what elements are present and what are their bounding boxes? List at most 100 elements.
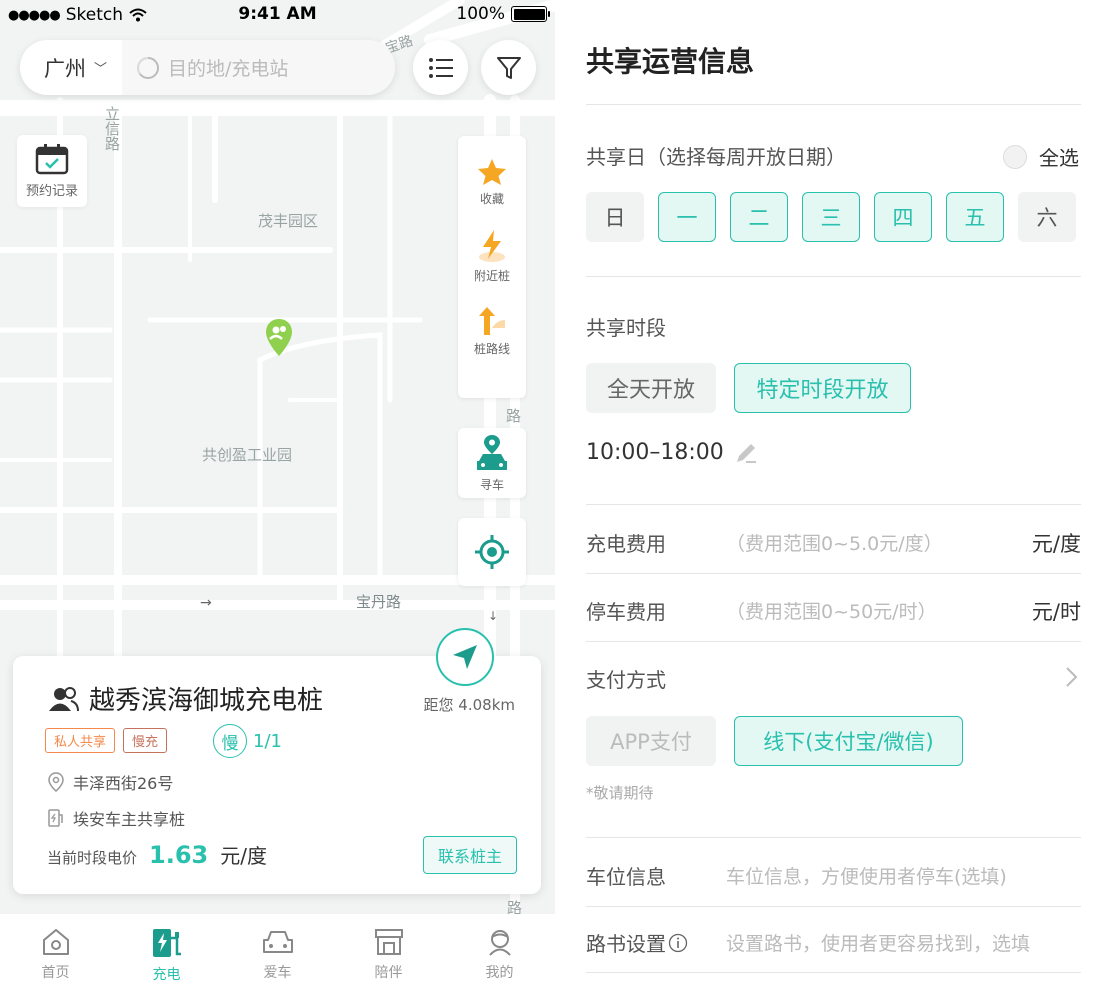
- charger-tags: 私人共享 慢充: [45, 728, 168, 753]
- tab-car[interactable]: 爱车: [222, 914, 333, 988]
- price-unit: 元/度: [220, 844, 267, 868]
- payment-method-label: 支付方式: [586, 668, 666, 692]
- charge-fee-input[interactable]: （费用范围0~5.0元/度）: [726, 529, 943, 556]
- slow-badge: 慢: [213, 724, 247, 758]
- chevron-down-icon: ﹀: [94, 62, 108, 77]
- tab-charge[interactable]: 充电: [111, 914, 222, 988]
- chevron-right-icon[interactable]: [1065, 666, 1079, 688]
- day-tuesday[interactable]: 二: [730, 192, 788, 242]
- booking-record-button[interactable]: 预约记录: [17, 135, 87, 207]
- route-arrow-icon: [478, 307, 505, 335]
- charger-route-label: 桩路线: [473, 342, 510, 356]
- pencil-edit-icon[interactable]: [734, 441, 758, 465]
- battery-icon: [511, 6, 550, 22]
- select-all-toggle[interactable]: 全选: [1003, 142, 1079, 171]
- route-setting-input[interactable]: 设置路书，使用者更容易找到，选填: [726, 929, 1030, 956]
- car-location-icon: [477, 434, 507, 470]
- price-label: 当前时段电价: [47, 849, 138, 867]
- divider: [586, 837, 1081, 838]
- divider: [586, 104, 1081, 105]
- favorite-button[interactable]: 收藏: [477, 158, 507, 207]
- parking-fee-label: 停车费用: [586, 600, 666, 624]
- contact-owner-button[interactable]: 联系桩主: [422, 836, 517, 874]
- day-saturday[interactable]: 六: [1018, 192, 1076, 242]
- find-car-button[interactable]: 寻车: [458, 428, 526, 498]
- tab-charge-label: 充电: [152, 967, 181, 983]
- parking-info-label: 车位信息: [586, 865, 666, 889]
- battery-percent: 100%: [456, 4, 505, 24]
- tag-slow-charge: 慢充: [123, 728, 168, 753]
- specific-time-option[interactable]: 特定时段开放: [734, 363, 911, 413]
- calendar-check-icon: [35, 144, 69, 175]
- status-bar: ●●●●● Sketch 9:41 AM 100%: [0, 0, 555, 30]
- divider: [586, 504, 1081, 505]
- users-icon: [49, 686, 79, 711]
- charger-station-icon: [48, 809, 63, 827]
- day-friday[interactable]: 五: [946, 192, 1004, 242]
- charger-info-card[interactable]: 越秀滨海御城充电桩 距您 4.08km 私人共享 慢充 慢 1/1 丰泽西街26…: [13, 628, 541, 894]
- charger-name: 越秀滨海御城充电桩: [89, 686, 324, 716]
- map-side-toolbar: 收藏 附近桩 桩路线: [458, 136, 526, 398]
- tab-home-label: 首页: [41, 965, 70, 981]
- tab-companion-label: 陪伴: [374, 965, 403, 981]
- map-screen: → ↓ 立信路 茂丰园区 共创盈工业园 宝丹路 宝路 路 路 ●●●●● Ske…: [0, 0, 555, 988]
- booking-record-label: 预约记录: [25, 184, 78, 199]
- divider: [586, 573, 1081, 574]
- slow-count: 1/1: [253, 730, 282, 752]
- tab-car-label: 爱车: [263, 965, 292, 981]
- day-sunday[interactable]: 日: [586, 192, 644, 242]
- find-car-label: 寻车: [479, 477, 504, 492]
- parking-info-input[interactable]: 车位信息，方便使用者停车(选填): [726, 862, 1007, 889]
- time-range-text: 10:00–18:00: [586, 440, 724, 465]
- route-setting-label: 路书设置: [586, 932, 666, 956]
- price-value: 1.63: [149, 841, 209, 869]
- charge-fee-label: 充电费用: [586, 532, 666, 556]
- day-monday[interactable]: 一: [658, 192, 716, 242]
- day-thursday[interactable]: 四: [874, 192, 932, 242]
- tab-profile[interactable]: 我的: [444, 914, 555, 988]
- owner-row: 埃安车主共享桩: [47, 806, 185, 830]
- info-icon[interactable]: [668, 933, 688, 953]
- tag-private-share: 私人共享: [45, 728, 116, 753]
- day-wednesday[interactable]: 三: [802, 192, 860, 242]
- charge-icon: [152, 929, 181, 957]
- all-day-option[interactable]: 全天开放: [586, 363, 716, 413]
- nearby-charger-button[interactable]: 附近桩: [474, 229, 510, 284]
- list-view-button[interactable]: [413, 40, 468, 95]
- shop-icon: [374, 929, 403, 955]
- navigate-button[interactable]: [436, 628, 494, 686]
- tab-home[interactable]: 首页: [0, 914, 111, 988]
- select-all-radio[interactable]: [1003, 144, 1027, 169]
- charger-title: 越秀滨海御城充电桩: [49, 680, 323, 717]
- search-icon: [137, 56, 159, 79]
- search-bar: 广州 ﹀ 目的地/充电站: [20, 40, 395, 95]
- time-range: 10:00–18:00: [586, 440, 758, 465]
- tab-profile-label: 我的: [485, 965, 514, 981]
- charger-route-button[interactable]: 桩路线: [474, 306, 510, 357]
- list-icon: [428, 57, 453, 78]
- offline-payment-option[interactable]: 线下(支付宝/微信): [734, 716, 963, 766]
- address-text: 丰泽西街26号: [73, 774, 174, 793]
- search-input[interactable]: 目的地/充电站: [122, 40, 395, 95]
- filter-button[interactable]: [481, 40, 536, 95]
- parking-fee-input[interactable]: （费用范围0~50元/时）: [726, 597, 937, 624]
- map-label-right-road: 路: [504, 408, 522, 423]
- tab-companion[interactable]: 陪伴: [333, 914, 444, 988]
- slow-charger-availability: 慢 1/1: [213, 724, 282, 758]
- profile-icon: [488, 930, 511, 956]
- city-selector[interactable]: 广州 ﹀: [20, 53, 122, 83]
- search-placeholder: 目的地/充电站: [168, 58, 289, 80]
- divider: [586, 276, 1081, 277]
- charger-map-pin-icon[interactable]: [264, 318, 294, 358]
- parking-fee-unit: 元/时: [1031, 600, 1081, 624]
- page-title: 共享运营信息: [586, 45, 755, 78]
- nearby-charger-label: 附近桩: [473, 269, 510, 283]
- map-label-maofeng-park: 茂丰园区: [258, 212, 319, 230]
- owner-text: 埃安车主共享桩: [73, 810, 186, 829]
- location-pin-icon: [48, 772, 64, 792]
- city-name: 广州: [44, 56, 86, 81]
- locate-me-button[interactable]: [458, 518, 526, 586]
- divider: [586, 906, 1081, 907]
- navigation-arrow-icon: [453, 645, 477, 669]
- divider: [586, 972, 1081, 973]
